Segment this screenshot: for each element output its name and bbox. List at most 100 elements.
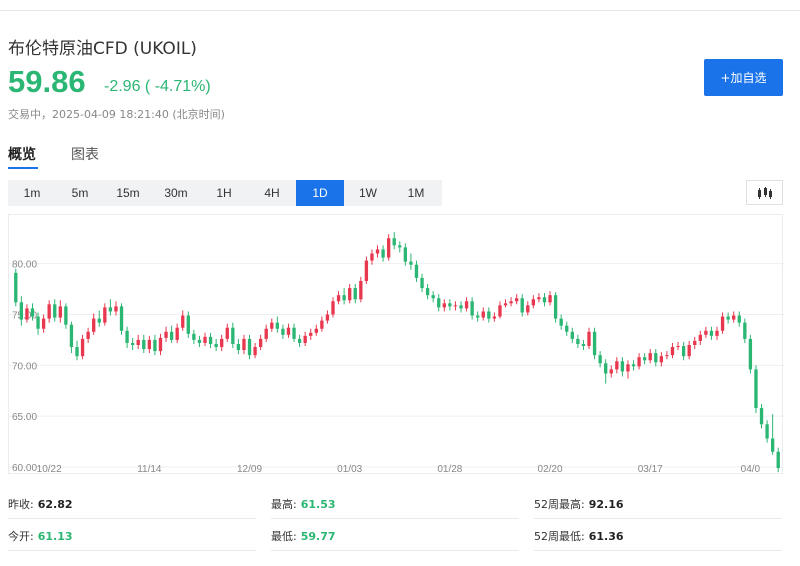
range-1h-button[interactable]: 1H bbox=[200, 180, 248, 206]
tab-bar: 概览 图表 bbox=[0, 140, 800, 172]
candle-body bbox=[732, 315, 736, 320]
x-tick-label: 02/20 bbox=[538, 464, 563, 475]
candle-body bbox=[626, 364, 630, 372]
candle-body bbox=[69, 324, 74, 348]
candle bbox=[537, 293, 541, 303]
candle-body bbox=[425, 288, 430, 296]
range-30m-button[interactable]: 30m bbox=[152, 180, 200, 206]
range-5m-button[interactable]: 5m bbox=[56, 180, 104, 206]
candlestick-chart: 80.0075.0070.0065.0060.00 10/22 11/14 12/09… bbox=[9, 232, 784, 475]
candle-body bbox=[225, 327, 229, 339]
candle bbox=[325, 310, 330, 324]
candle-body bbox=[236, 343, 241, 351]
tab-overview[interactable]: 概览 bbox=[8, 144, 36, 164]
candle-body bbox=[214, 343, 218, 348]
candle-body bbox=[270, 322, 274, 329]
stat-52w-low: 52周最低: 61.36 bbox=[534, 530, 624, 543]
candle-body bbox=[403, 247, 408, 262]
candle bbox=[670, 342, 675, 359]
candle bbox=[214, 338, 218, 352]
candle bbox=[693, 336, 697, 350]
candle-body bbox=[637, 357, 641, 367]
candle-body bbox=[292, 327, 296, 339]
candle-body bbox=[720, 316, 725, 331]
candle bbox=[286, 323, 291, 338]
candle bbox=[642, 353, 647, 365]
candle bbox=[297, 334, 302, 348]
range-1mo-button[interactable]: 1M bbox=[392, 180, 440, 206]
range-1w-button[interactable]: 1W bbox=[344, 180, 392, 206]
candle bbox=[514, 294, 519, 305]
candle-body bbox=[414, 264, 419, 278]
candle bbox=[720, 312, 725, 334]
candle-body bbox=[514, 298, 519, 302]
candle bbox=[559, 314, 563, 330]
x-tick-label: 03/17 bbox=[638, 464, 663, 475]
add-watchlist-button[interactable]: +加自选 bbox=[704, 59, 783, 96]
candle bbox=[270, 318, 274, 332]
candle-body bbox=[147, 339, 152, 350]
candle-body bbox=[448, 303, 452, 307]
candle-body bbox=[542, 297, 547, 303]
candle-body bbox=[19, 302, 24, 320]
candle-body bbox=[103, 307, 107, 323]
price-change: -2.96 ( -4.71%) bbox=[104, 78, 211, 95]
candle-body bbox=[114, 306, 118, 312]
candle bbox=[776, 447, 780, 473]
candle bbox=[242, 334, 246, 355]
candle bbox=[437, 294, 441, 312]
candle-body bbox=[25, 308, 29, 320]
candle-body bbox=[676, 346, 680, 348]
tab-chart[interactable]: 图表 bbox=[71, 144, 99, 164]
candle bbox=[47, 300, 51, 323]
candle-body bbox=[309, 332, 313, 336]
candle bbox=[147, 335, 152, 354]
chart-type-button[interactable] bbox=[746, 180, 783, 205]
candle-body bbox=[231, 327, 235, 344]
candle bbox=[175, 323, 179, 343]
candle bbox=[409, 253, 413, 270]
candle-body bbox=[548, 295, 552, 303]
candle-body bbox=[142, 339, 146, 350]
candle-body bbox=[169, 331, 174, 340]
candlestick-icon bbox=[757, 186, 772, 199]
row-divider bbox=[271, 550, 519, 551]
top-divider bbox=[0, 10, 800, 11]
candle-body bbox=[570, 331, 574, 339]
candle-body bbox=[748, 338, 753, 370]
candle-body bbox=[130, 342, 135, 345]
candle-body bbox=[698, 334, 702, 341]
candle-body bbox=[576, 338, 580, 344]
candle-body bbox=[80, 338, 85, 357]
range-1m-button[interactable]: 1m bbox=[8, 180, 56, 206]
candle-body bbox=[181, 315, 185, 328]
stat-prev-close: 昨收: 62.82 bbox=[8, 498, 73, 511]
candle-body bbox=[264, 328, 268, 339]
candle bbox=[97, 310, 101, 327]
range-15m-button[interactable]: 15m bbox=[104, 180, 152, 206]
x-tick-label: 11/14 bbox=[137, 464, 162, 475]
candle-body bbox=[687, 345, 691, 357]
candle bbox=[158, 333, 163, 356]
range-1d-button[interactable]: 1D bbox=[296, 180, 344, 206]
candle-body bbox=[297, 338, 302, 343]
range-4h-button[interactable]: 4H bbox=[248, 180, 296, 206]
candle bbox=[142, 334, 146, 354]
candle-body bbox=[75, 347, 79, 357]
candle-body bbox=[364, 260, 369, 281]
candle-body bbox=[325, 314, 330, 321]
candle bbox=[225, 323, 229, 342]
candle-body bbox=[208, 336, 213, 344]
candle bbox=[258, 334, 263, 351]
candle-body bbox=[681, 346, 686, 357]
candle bbox=[231, 322, 235, 349]
candle bbox=[637, 353, 641, 370]
candle bbox=[442, 299, 446, 312]
candle-body bbox=[659, 356, 664, 363]
candle bbox=[359, 276, 363, 303]
candle bbox=[108, 299, 113, 316]
price-chart[interactable]: 80.00 75.00 70.00 65.00 60.00 10/22 11/14 12/09… bbox=[8, 214, 784, 475]
candle bbox=[609, 365, 613, 378]
candle-body bbox=[281, 328, 285, 335]
candle-body bbox=[476, 315, 480, 318]
